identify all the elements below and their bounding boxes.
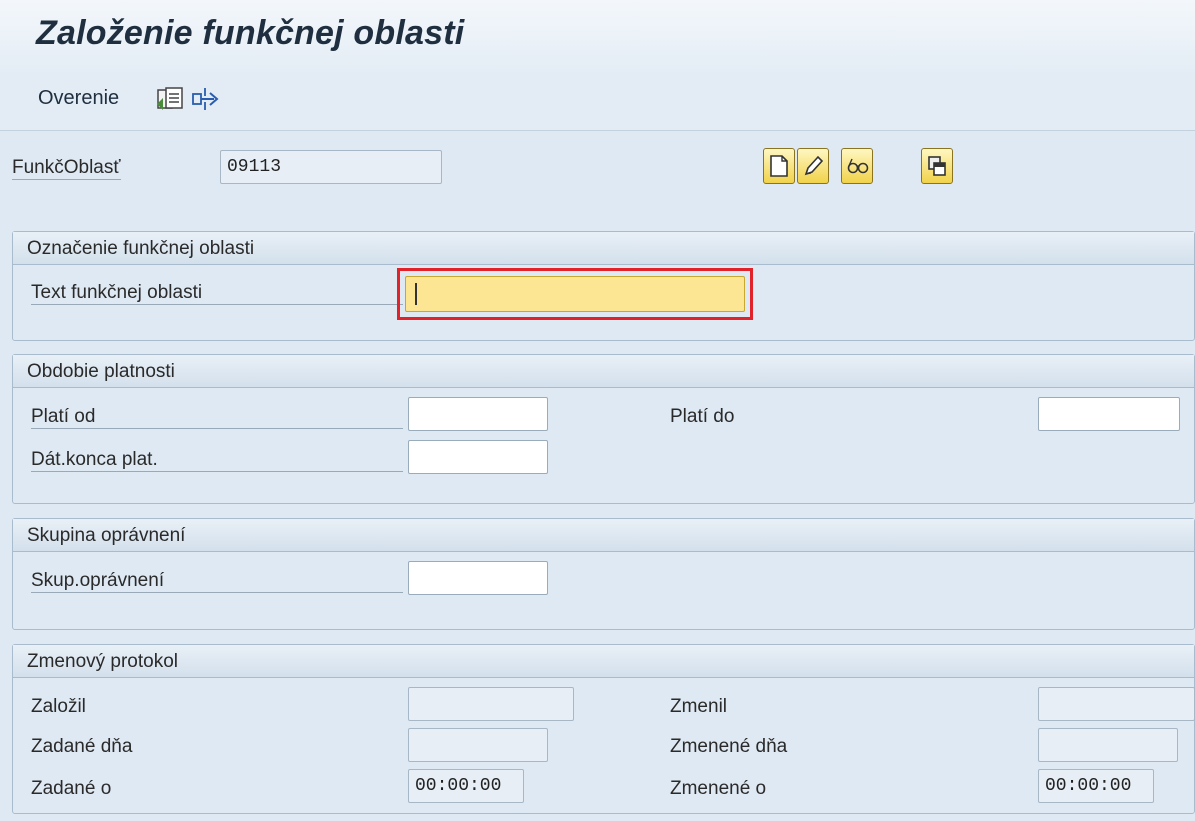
change-icon — [804, 155, 824, 176]
designation-group-title: Označenie funkčnej oblasti — [27, 238, 255, 259]
created-on-label: Zadané dňa — [31, 736, 133, 757]
create-button[interactable] — [763, 148, 795, 184]
valid-from-field[interactable] — [408, 397, 548, 431]
changelog-group-title: Zmenový protokol — [27, 651, 179, 672]
navigate-icon[interactable] — [190, 84, 220, 114]
changed-at-field[interactable]: 00:00:00 — [1038, 769, 1154, 803]
created-at-field[interactable]: 00:00:00 — [408, 769, 524, 803]
title-bar: Založenie funkčnej oblasti — [0, 0, 1195, 73]
created-at-label: Zadané o — [31, 778, 112, 799]
validity-group-header: Obdobie platnosti — [13, 355, 1194, 388]
end-date-field[interactable] — [408, 440, 548, 474]
created-by-label: Založil — [31, 696, 86, 717]
object-list-icon[interactable] — [155, 84, 185, 114]
created-on-field[interactable] — [408, 728, 548, 762]
changed-on-field[interactable] — [1038, 728, 1178, 762]
copy-icon — [928, 156, 946, 176]
functional-area-field[interactable]: 09113 — [220, 150, 442, 184]
validity-group: Obdobie platnosti — [12, 354, 1195, 504]
changed-at-label: Zmenené o — [670, 778, 767, 799]
end-date-label: Dát.konca plat. — [31, 449, 403, 472]
changed-by-label: Zmenil — [670, 696, 728, 717]
functional-area-label: FunkčOblasť — [12, 157, 121, 180]
text-field[interactable] — [405, 276, 745, 312]
create-icon — [770, 155, 788, 177]
text-cursor — [415, 283, 417, 305]
change-button[interactable] — [797, 148, 829, 184]
copy-button[interactable] — [921, 148, 953, 184]
text-label: Text funkčnej oblasti — [31, 282, 403, 305]
changed-by-field[interactable] — [1038, 687, 1195, 721]
main-content: FunkčOblasť 09113 Označenie funkčnej obl… — [0, 131, 1195, 821]
auth-group-label: Skup.oprávnení — [31, 570, 403, 593]
authorization-group-title: Skupina oprávnení — [27, 525, 186, 546]
validity-group-title: Obdobie platnosti — [27, 361, 175, 382]
changelog-group-header: Zmenový protokol — [13, 645, 1194, 678]
check-button[interactable]: Overenie — [38, 87, 119, 110]
changelog-group: Zmenový protokol — [12, 644, 1195, 814]
display-button[interactable] — [841, 148, 873, 184]
page-title: Založenie funkčnej oblasti — [36, 14, 465, 52]
display-icon — [847, 158, 869, 174]
valid-to-label: Platí do — [670, 406, 735, 427]
changed-on-label: Zmenené dňa — [670, 736, 788, 757]
created-by-field[interactable] — [408, 687, 574, 721]
valid-from-label: Platí od — [31, 406, 403, 429]
authorization-group-header: Skupina oprávnení — [13, 519, 1194, 552]
application-toolbar: Overenie — [0, 72, 1195, 131]
valid-to-field[interactable] — [1038, 397, 1180, 431]
auth-group-field[interactable] — [408, 561, 548, 595]
designation-group-header: Označenie funkčnej oblasti — [13, 232, 1194, 265]
